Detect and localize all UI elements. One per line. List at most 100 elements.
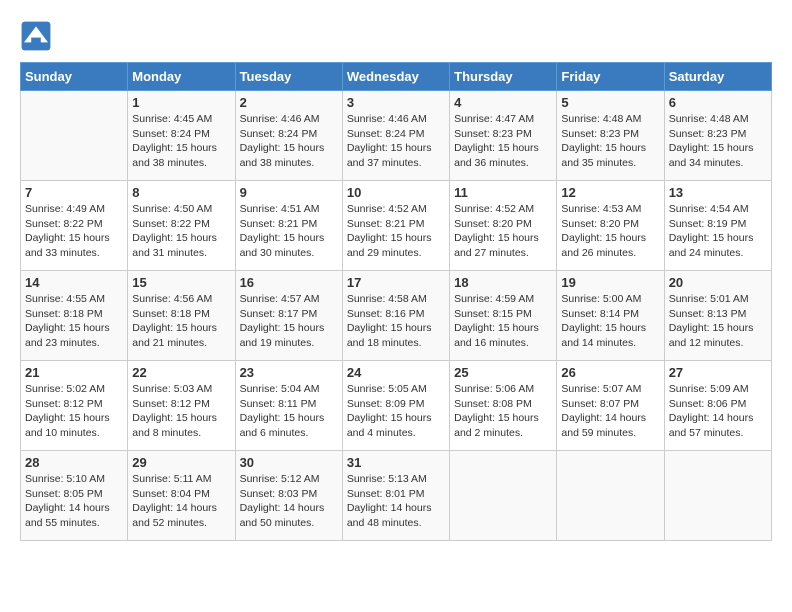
calendar-cell: 17Sunrise: 4:58 AM Sunset: 8:16 PM Dayli… (342, 271, 449, 361)
weekday-header-tuesday: Tuesday (235, 63, 342, 91)
day-info: Sunrise: 4:49 AM Sunset: 8:22 PM Dayligh… (25, 202, 123, 261)
day-number: 6 (669, 95, 767, 110)
calendar-cell (664, 451, 771, 541)
calendar-cell: 14 Sunrise: 4:55 AM Sunset: 8:18 PM Dayli… (21, 271, 128, 361)
calendar-cell: 5 Sunrise: 4:48 AM Sunset: 8:23 PM Daylig… (557, 91, 664, 181)
day-info: Sunrise: 5:06 AM Sunset: 8:08 PM Dayligh… (454, 382, 552, 441)
calendar-cell: 18Sunrise: 4:59 AM Sunset: 8:15 PM Dayli… (450, 271, 557, 361)
calendar-cell: 1 Sunrise: 4:45 AM Sunset: 8:24 PM Daylig… (128, 91, 235, 181)
calendar-cell: 11 Sunrise: 4:52 AM Sunset: 8:20 PM Dayli… (450, 181, 557, 271)
calendar-cell (557, 451, 664, 541)
day-info: Sunrise: 4:57 AM Sunset: 8:17 PM Dayligh… (240, 292, 338, 351)
day-number: 1 (132, 95, 230, 110)
calendar-cell: 30 Sunrise: 5:12 AM Sunset: 8:03 PM Dayli… (235, 451, 342, 541)
day-number: 9 (240, 185, 338, 200)
weekday-header-sunday: Sunday (21, 63, 128, 91)
logo (20, 20, 56, 52)
page-header (20, 20, 772, 52)
day-number: 3 (347, 95, 445, 110)
weekday-header-monday: Monday (128, 63, 235, 91)
day-info: Sunrise: 4:48 AM Sunset: 8:23 PM Dayligh… (561, 112, 659, 171)
day-info: Sunrise: 4:53 AM Sunset: 8:20 PM Dayligh… (561, 202, 659, 261)
day-info: Sunrise: 5:10 AM Sunset: 8:05 PM Dayligh… (25, 472, 123, 531)
day-number: 22 (132, 365, 230, 380)
day-number: 2 (240, 95, 338, 110)
day-number: 24 (347, 365, 445, 380)
calendar-cell (21, 91, 128, 181)
calendar-body: 1 Sunrise: 4:45 AM Sunset: 8:24 PM Daylig… (21, 91, 772, 541)
day-number: 18 (454, 275, 552, 290)
calendar-cell: 8Sunrise: 4:50 AM Sunset: 8:22 PM Daylig… (128, 181, 235, 271)
calendar-cell: 6 Sunrise: 4:48 AM Sunset: 8:23 PM Daylig… (664, 91, 771, 181)
day-info: Sunrise: 4:50 AM Sunset: 8:22 PM Dayligh… (132, 202, 230, 261)
day-number: 29 (132, 455, 230, 470)
day-info: Sunrise: 5:12 AM Sunset: 8:03 PM Dayligh… (240, 472, 338, 531)
weekday-header-friday: Friday (557, 63, 664, 91)
day-info: Sunrise: 4:48 AM Sunset: 8:23 PM Dayligh… (669, 112, 767, 171)
calendar-cell: 12Sunrise: 4:53 AM Sunset: 8:20 PM Dayli… (557, 181, 664, 271)
day-number: 23 (240, 365, 338, 380)
day-number: 13 (669, 185, 767, 200)
calendar-cell: 26 Sunrise: 5:07 AM Sunset: 8:07 PM Dayli… (557, 361, 664, 451)
weekday-header-saturday: Saturday (664, 63, 771, 91)
day-number: 20 (669, 275, 767, 290)
calendar-cell: 15 Sunrise: 4:56 AM Sunset: 8:18 PM Dayli… (128, 271, 235, 361)
day-info: Sunrise: 4:45 AM Sunset: 8:24 PM Dayligh… (132, 112, 230, 171)
calendar-cell: 3 Sunrise: 4:46 AM Sunset: 8:24 PM Daylig… (342, 91, 449, 181)
calendar-cell: 19Sunrise: 5:00 AM Sunset: 8:14 PM Dayli… (557, 271, 664, 361)
calendar-header: SundayMondayTuesdayWednesdayThursdayFrid… (21, 63, 772, 91)
day-info: Sunrise: 5:04 AM Sunset: 8:11 PM Dayligh… (240, 382, 338, 441)
calendar-cell (450, 451, 557, 541)
calendar-cell: 27 Sunrise: 5:09 AM Sunset: 8:06 PM Dayli… (664, 361, 771, 451)
day-number: 26 (561, 365, 659, 380)
calendar-cell: 20Sunrise: 5:01 AM Sunset: 8:13 PM Dayli… (664, 271, 771, 361)
calendar-week-1: 1 Sunrise: 4:45 AM Sunset: 8:24 PM Daylig… (21, 91, 772, 181)
calendar-week-2: 7 Sunrise: 4:49 AM Sunset: 8:22 PM Daylig… (21, 181, 772, 271)
calendar-cell: 2 Sunrise: 4:46 AM Sunset: 8:24 PM Daylig… (235, 91, 342, 181)
day-number: 10 (347, 185, 445, 200)
weekday-header-row: SundayMondayTuesdayWednesdayThursdayFrid… (21, 63, 772, 91)
day-info: Sunrise: 4:54 AM Sunset: 8:19 PM Dayligh… (669, 202, 767, 261)
day-info: Sunrise: 5:02 AM Sunset: 8:12 PM Dayligh… (25, 382, 123, 441)
day-info: Sunrise: 4:46 AM Sunset: 8:24 PM Dayligh… (240, 112, 338, 171)
calendar-cell: 7 Sunrise: 4:49 AM Sunset: 8:22 PM Daylig… (21, 181, 128, 271)
day-info: Sunrise: 4:56 AM Sunset: 8:18 PM Dayligh… (132, 292, 230, 351)
calendar-cell: 28 Sunrise: 5:10 AM Sunset: 8:05 PM Dayli… (21, 451, 128, 541)
day-info: Sunrise: 4:52 AM Sunset: 8:21 PM Dayligh… (347, 202, 445, 261)
day-number: 30 (240, 455, 338, 470)
day-number: 11 (454, 185, 552, 200)
day-info: Sunrise: 5:07 AM Sunset: 8:07 PM Dayligh… (561, 382, 659, 441)
calendar-cell: 25Sunrise: 5:06 AM Sunset: 8:08 PM Dayli… (450, 361, 557, 451)
weekday-header-thursday: Thursday (450, 63, 557, 91)
day-info: Sunrise: 5:00 AM Sunset: 8:14 PM Dayligh… (561, 292, 659, 351)
calendar-cell: 13 Sunrise: 4:54 AM Sunset: 8:19 PM Dayli… (664, 181, 771, 271)
day-number: 27 (669, 365, 767, 380)
day-info: Sunrise: 5:05 AM Sunset: 8:09 PM Dayligh… (347, 382, 445, 441)
calendar-cell: 21 Sunrise: 5:02 AM Sunset: 8:12 PM Dayli… (21, 361, 128, 451)
day-number: 4 (454, 95, 552, 110)
calendar-week-3: 14 Sunrise: 4:55 AM Sunset: 8:18 PM Dayli… (21, 271, 772, 361)
day-number: 7 (25, 185, 123, 200)
calendar-week-4: 21 Sunrise: 5:02 AM Sunset: 8:12 PM Dayli… (21, 361, 772, 451)
calendar-week-5: 28 Sunrise: 5:10 AM Sunset: 8:05 PM Dayli… (21, 451, 772, 541)
calendar-cell: 29 Sunrise: 5:11 AM Sunset: 8:04 PM Dayli… (128, 451, 235, 541)
day-info: Sunrise: 5:03 AM Sunset: 8:12 PM Dayligh… (132, 382, 230, 441)
day-number: 28 (25, 455, 123, 470)
calendar-cell: 4Sunrise: 4:47 AM Sunset: 8:23 PM Daylig… (450, 91, 557, 181)
day-info: Sunrise: 4:55 AM Sunset: 8:18 PM Dayligh… (25, 292, 123, 351)
day-number: 16 (240, 275, 338, 290)
weekday-header-wednesday: Wednesday (342, 63, 449, 91)
day-info: Sunrise: 4:52 AM Sunset: 8:20 PM Dayligh… (454, 202, 552, 261)
day-info: Sunrise: 4:46 AM Sunset: 8:24 PM Dayligh… (347, 112, 445, 171)
calendar-cell: 16 Sunrise: 4:57 AM Sunset: 8:17 PM Dayli… (235, 271, 342, 361)
calendar-cell: 22 Sunrise: 5:03 AM Sunset: 8:12 PM Dayli… (128, 361, 235, 451)
day-info: Sunrise: 5:11 AM Sunset: 8:04 PM Dayligh… (132, 472, 230, 531)
calendar-cell: 24 Sunrise: 5:05 AM Sunset: 8:09 PM Dayli… (342, 361, 449, 451)
day-number: 15 (132, 275, 230, 290)
day-number: 21 (25, 365, 123, 380)
day-info: Sunrise: 5:09 AM Sunset: 8:06 PM Dayligh… (669, 382, 767, 441)
day-number: 14 (25, 275, 123, 290)
calendar-cell: 10 Sunrise: 4:52 AM Sunset: 8:21 PM Dayli… (342, 181, 449, 271)
day-info: Sunrise: 4:58 AM Sunset: 8:16 PM Dayligh… (347, 292, 445, 351)
day-number: 5 (561, 95, 659, 110)
